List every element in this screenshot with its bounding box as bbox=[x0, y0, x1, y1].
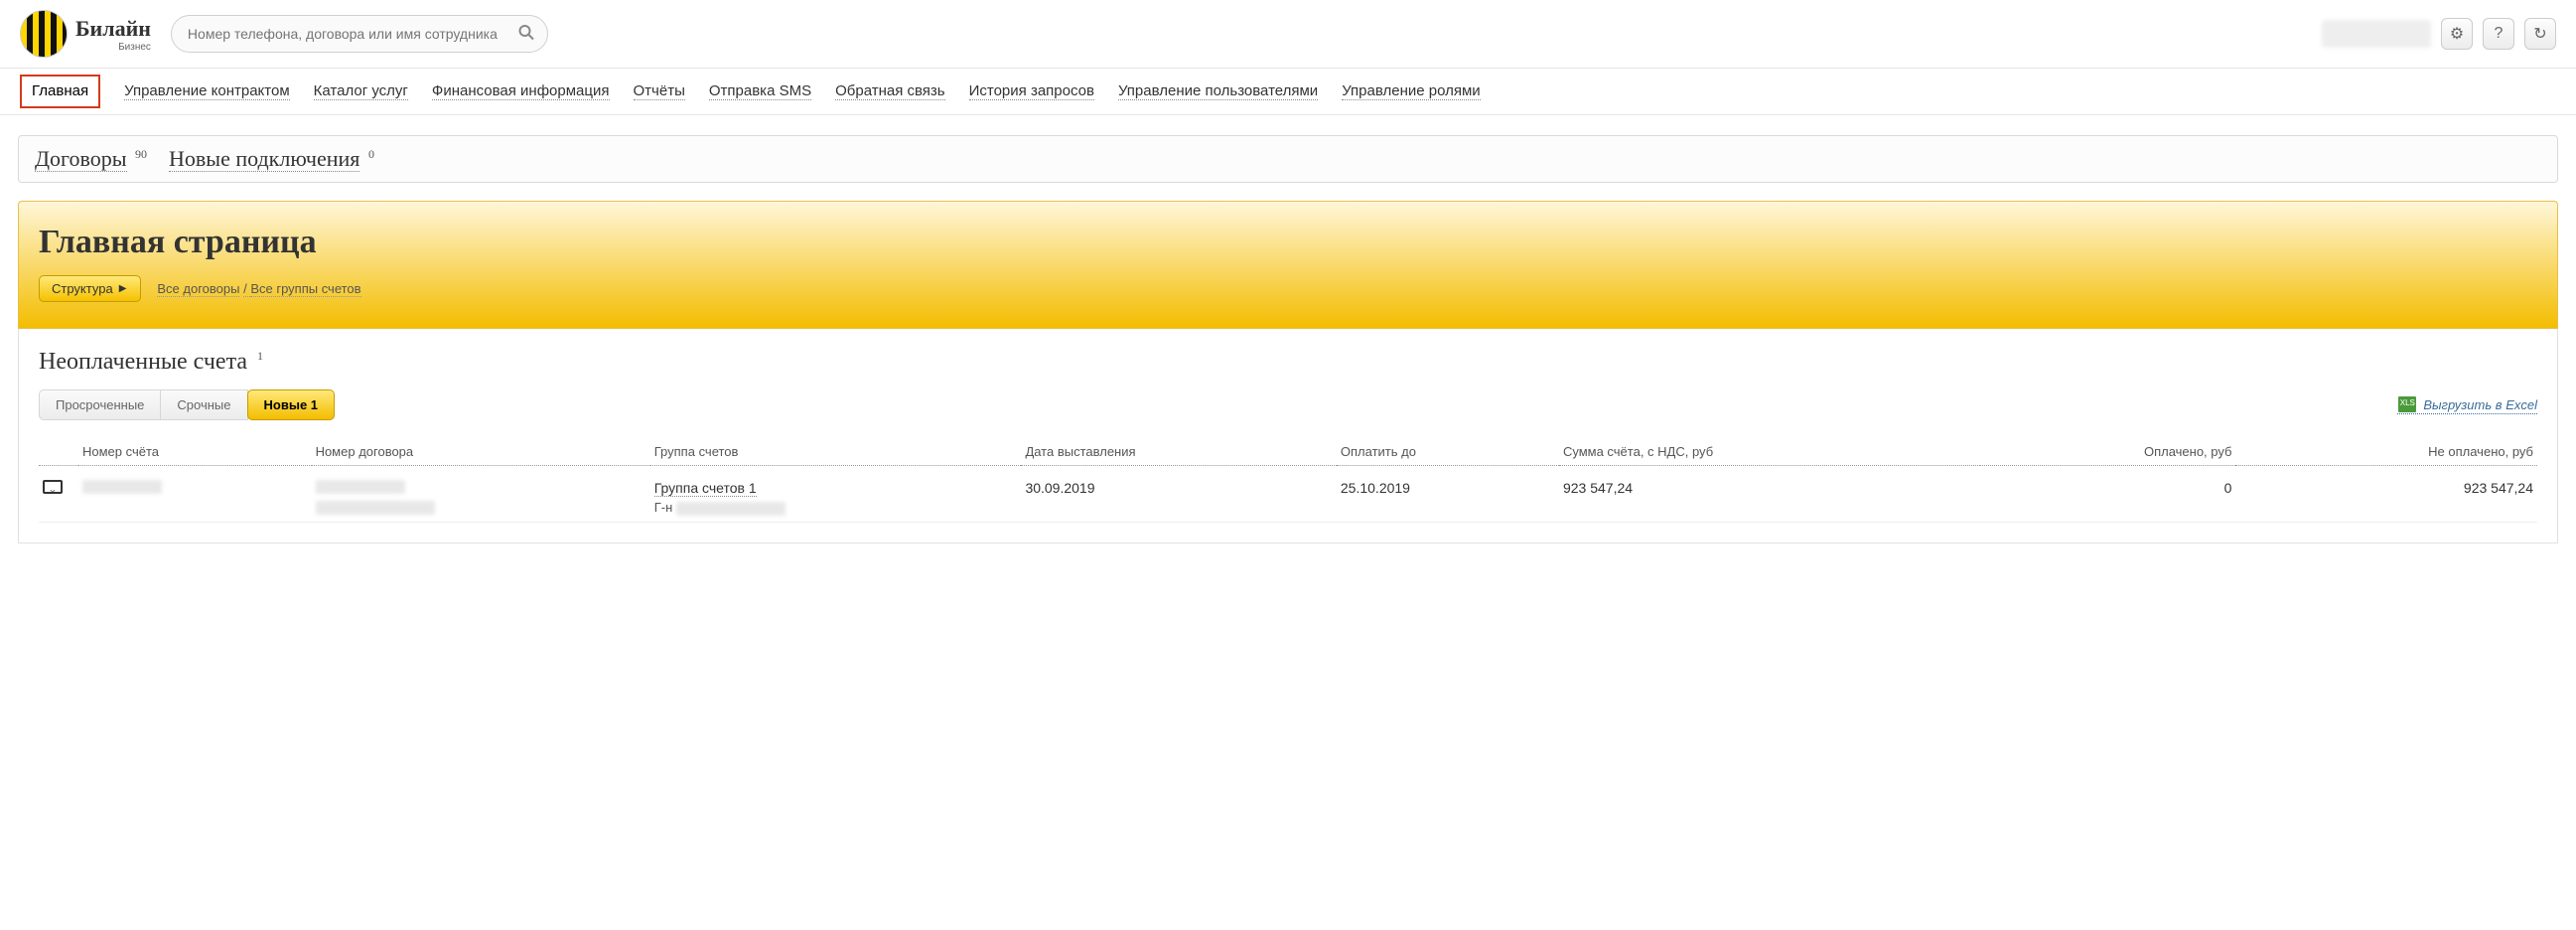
nav-contract-management[interactable]: Управление контрактом bbox=[124, 82, 290, 100]
top-header: Билайн Бизнес ⚙ ? ↻ bbox=[0, 0, 2576, 69]
table-header-row: Номер счёта Номер договора Группа счетов… bbox=[39, 438, 2537, 466]
content: Неоплаченные счета 1 Просроченные Срочны… bbox=[18, 329, 2558, 543]
invoices-title: Неоплаченные счета 1 bbox=[39, 349, 2537, 376]
search-wrap bbox=[171, 15, 548, 53]
subtab-connections-count: 0 bbox=[368, 147, 374, 161]
brand-sub: Бизнес bbox=[75, 42, 151, 53]
cell-account-no bbox=[78, 466, 312, 523]
nav-home[interactable]: Главная bbox=[20, 75, 100, 108]
filter-overdue[interactable]: Просроченные bbox=[39, 389, 161, 420]
invoices-title-text: Неоплаченные счета bbox=[39, 349, 247, 375]
breadcrumb-all-contracts[interactable]: Все договоры bbox=[157, 281, 239, 297]
export-excel-link[interactable]: XLS Выгрузить в Excel bbox=[2397, 395, 2537, 414]
chevron-right-icon: ▶ bbox=[119, 283, 127, 294]
breadcrumb-all-groups[interactable]: Все группы счетов bbox=[250, 281, 360, 297]
col-account-no[interactable]: Номер счёта bbox=[78, 438, 312, 466]
cell-issued: 30.09.2019 bbox=[1021, 466, 1336, 523]
subtab-connections-label: Новые подключения bbox=[169, 146, 359, 172]
primary-nav: Главная Управление контрактом Каталог ус… bbox=[0, 69, 2576, 115]
subtab-contracts-count: 90 bbox=[135, 147, 147, 161]
col-pay-by[interactable]: Оплатить до bbox=[1337, 438, 1559, 466]
breadcrumb: Все договоры / Все группы счетов bbox=[157, 281, 360, 296]
table-row[interactable]: Группа счетов 1 Г-н 30.09.2019 25.10.201… bbox=[39, 466, 2537, 523]
gear-icon: ⚙ bbox=[2450, 24, 2464, 44]
page-header: Главная страница Структура ▶ Все договор… bbox=[18, 201, 2558, 329]
nav-request-history[interactable]: История запросов bbox=[969, 82, 1094, 100]
brand-logo-icon bbox=[20, 10, 68, 58]
brand-main: Билайн bbox=[75, 16, 151, 42]
user-name[interactable] bbox=[2322, 20, 2431, 48]
nav-send-sms[interactable]: Отправка SMS bbox=[709, 82, 811, 100]
invoices-count: 1 bbox=[257, 349, 263, 363]
subtab-contracts-label: Договоры bbox=[35, 146, 127, 172]
filter-urgent[interactable]: Срочные bbox=[161, 389, 247, 420]
group-link[interactable]: Группа счетов 1 bbox=[654, 480, 757, 497]
refresh-icon: ↻ bbox=[2533, 24, 2546, 44]
subtab-connections[interactable]: Новые подключения 0 bbox=[169, 146, 374, 172]
invoice-filters: Просроченные Срочные Новые 1 XLS Выгрузи… bbox=[39, 389, 2537, 420]
nav-reports[interactable]: Отчёты bbox=[634, 82, 685, 100]
cell-unpaid: 923 547,24 bbox=[2235, 466, 2537, 523]
col-group[interactable]: Группа счетов bbox=[650, 438, 1022, 466]
filter-new[interactable]: Новые 1 bbox=[247, 389, 336, 420]
help-button[interactable]: ? bbox=[2483, 18, 2514, 50]
col-issued[interactable]: Дата выставления bbox=[1021, 438, 1336, 466]
cell-paid: 0 bbox=[1980, 466, 2235, 523]
header-right: ⚙ ? ↻ bbox=[2322, 18, 2556, 50]
cell-contract-no bbox=[312, 466, 650, 523]
nav-feedback[interactable]: Обратная связь bbox=[835, 82, 945, 100]
search-input[interactable] bbox=[171, 15, 548, 53]
envelope-icon[interactable] bbox=[43, 480, 63, 494]
col-amount[interactable]: Сумма счёта, с НДС, руб bbox=[1559, 438, 1980, 466]
nav-service-catalog[interactable]: Каталог услуг bbox=[314, 82, 408, 100]
structure-row: Структура ▶ Все договоры / Все группы сч… bbox=[39, 275, 2537, 302]
help-icon: ? bbox=[2495, 25, 2504, 43]
group-sub-prefix: Г-н bbox=[654, 500, 673, 515]
cell-group: Группа счетов 1 Г-н bbox=[650, 466, 1022, 523]
nav-financial-info[interactable]: Финансовая информация bbox=[432, 82, 610, 100]
cell-amount: 923 547,24 bbox=[1559, 466, 1980, 523]
brand-logo[interactable]: Билайн Бизнес bbox=[20, 10, 151, 58]
brand-text: Билайн Бизнес bbox=[75, 16, 151, 53]
structure-button-label: Структура bbox=[52, 281, 113, 296]
cell-pay-by: 25.10.2019 bbox=[1337, 466, 1559, 523]
subtab-contracts[interactable]: Договоры 90 bbox=[35, 146, 147, 172]
col-paid[interactable]: Оплачено, руб bbox=[1980, 438, 2235, 466]
xls-icon: XLS bbox=[2397, 395, 2417, 413]
col-contract-no[interactable]: Номер договора bbox=[312, 438, 650, 466]
invoices-table: Номер счёта Номер договора Группа счетов… bbox=[39, 438, 2537, 523]
export-excel-label: Выгрузить в Excel bbox=[2423, 397, 2537, 412]
page-title: Главная страница bbox=[39, 224, 2537, 261]
nav-user-management[interactable]: Управление пользователями bbox=[1118, 82, 1318, 100]
structure-button[interactable]: Структура ▶ bbox=[39, 275, 141, 302]
nav-role-management[interactable]: Управление ролями bbox=[1342, 82, 1480, 100]
refresh-button[interactable]: ↻ bbox=[2524, 18, 2556, 50]
col-unpaid[interactable]: Не оплачено, руб bbox=[2235, 438, 2537, 466]
sub-tabs: Договоры 90 Новые подключения 0 bbox=[18, 135, 2558, 183]
settings-button[interactable]: ⚙ bbox=[2441, 18, 2473, 50]
